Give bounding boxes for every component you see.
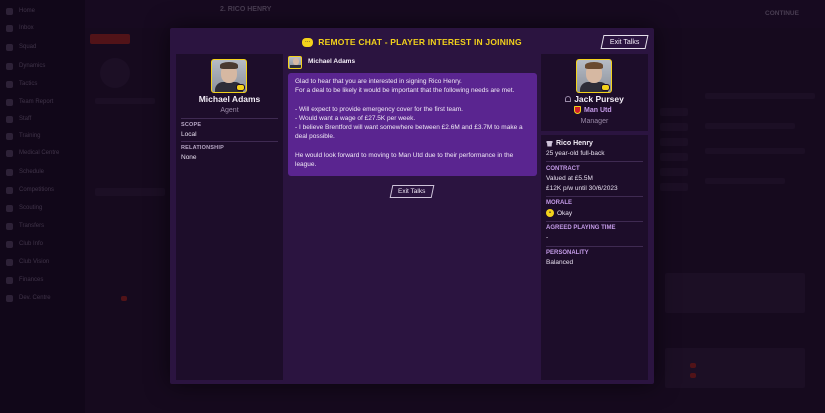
avatar-face [293, 58, 299, 65]
player-name-row[interactable]: Rico Henry [546, 140, 593, 147]
relationship-value: None [181, 154, 197, 161]
exit-talks-button[interactable]: Exit Talks [600, 35, 649, 49]
sender-avatar [288, 56, 302, 69]
player-description: 25 year-old full-back [546, 150, 605, 157]
relationship-label: RELATIONSHIP [181, 145, 224, 151]
scope-label: SCOPE [181, 122, 202, 128]
morale-label: MORALE [546, 200, 572, 206]
chat-sender-name: Michael Adams [308, 58, 356, 65]
morale-value: Okay [557, 209, 573, 217]
avatar-shirt [290, 65, 301, 68]
morale-row: • Okay [546, 209, 572, 217]
manager-name: Jack Pursey [574, 94, 624, 104]
chat-message-text: Glad to hear that you are interested in … [295, 78, 523, 168]
chat-badge-icon [601, 84, 610, 91]
avatar-hair [220, 62, 238, 69]
remote-chat-modal: REMOTE CHAT - PLAYER INTEREST IN JOINING… [170, 28, 654, 384]
chat-message-bubble: Glad to hear that you are interested in … [288, 73, 537, 176]
divider [546, 161, 643, 162]
manager-club[interactable]: Man Utd [574, 106, 612, 114]
divider [181, 118, 278, 119]
exit-talks-label: Exit Talks [398, 188, 426, 195]
personality-label: PERSONALITY [546, 250, 589, 256]
player-panel: Rico Henry 25 year-old full-back CONTRAC… [541, 135, 648, 380]
manager-panel: Jack Pursey Man Utd Manager [541, 54, 648, 131]
exit-talks-button-inline[interactable]: Exit Talks [389, 185, 435, 198]
club-name: Man Utd [584, 106, 612, 114]
agent-name: Michael Adams [198, 94, 261, 104]
morale-icon: • [546, 209, 554, 217]
modal-header: REMOTE CHAT - PLAYER INTEREST IN JOINING [170, 28, 654, 56]
divider [546, 221, 643, 222]
contract-value: Valued at £5.5M [546, 175, 593, 182]
playing-time-value: - [546, 234, 549, 241]
contract-wage: £12K p/w until 30/6/2023 [546, 185, 618, 192]
manager-avatar [576, 59, 612, 93]
player-name: Rico Henry [556, 140, 593, 147]
chat-bubble-icon [302, 37, 314, 47]
manager-role: Manager [580, 118, 609, 125]
personality-value: Balanced [546, 259, 574, 266]
contract-label: CONTRACT [546, 166, 580, 172]
agent-panel: Michael Adams Agent SCOPE Local RELATION… [176, 54, 283, 380]
agent-avatar [211, 59, 247, 93]
agent-role: Agent [220, 107, 239, 114]
manager-name-row: Jack Pursey [541, 94, 648, 104]
shirt-icon [546, 140, 553, 147]
divider [546, 246, 643, 247]
playing-time-label: AGREED PLAYING TIME [546, 225, 616, 231]
scope-value: Local [181, 131, 197, 138]
modal-title: REMOTE CHAT - PLAYER INTEREST IN JOINING [318, 37, 522, 47]
chat-badge-icon [236, 84, 245, 91]
avatar-hair [585, 62, 603, 69]
manager-icon [565, 96, 572, 102]
divider [181, 141, 278, 142]
divider [546, 196, 643, 197]
exit-talks-label: Exit Talks [609, 38, 640, 46]
club-crest-icon [574, 106, 581, 114]
